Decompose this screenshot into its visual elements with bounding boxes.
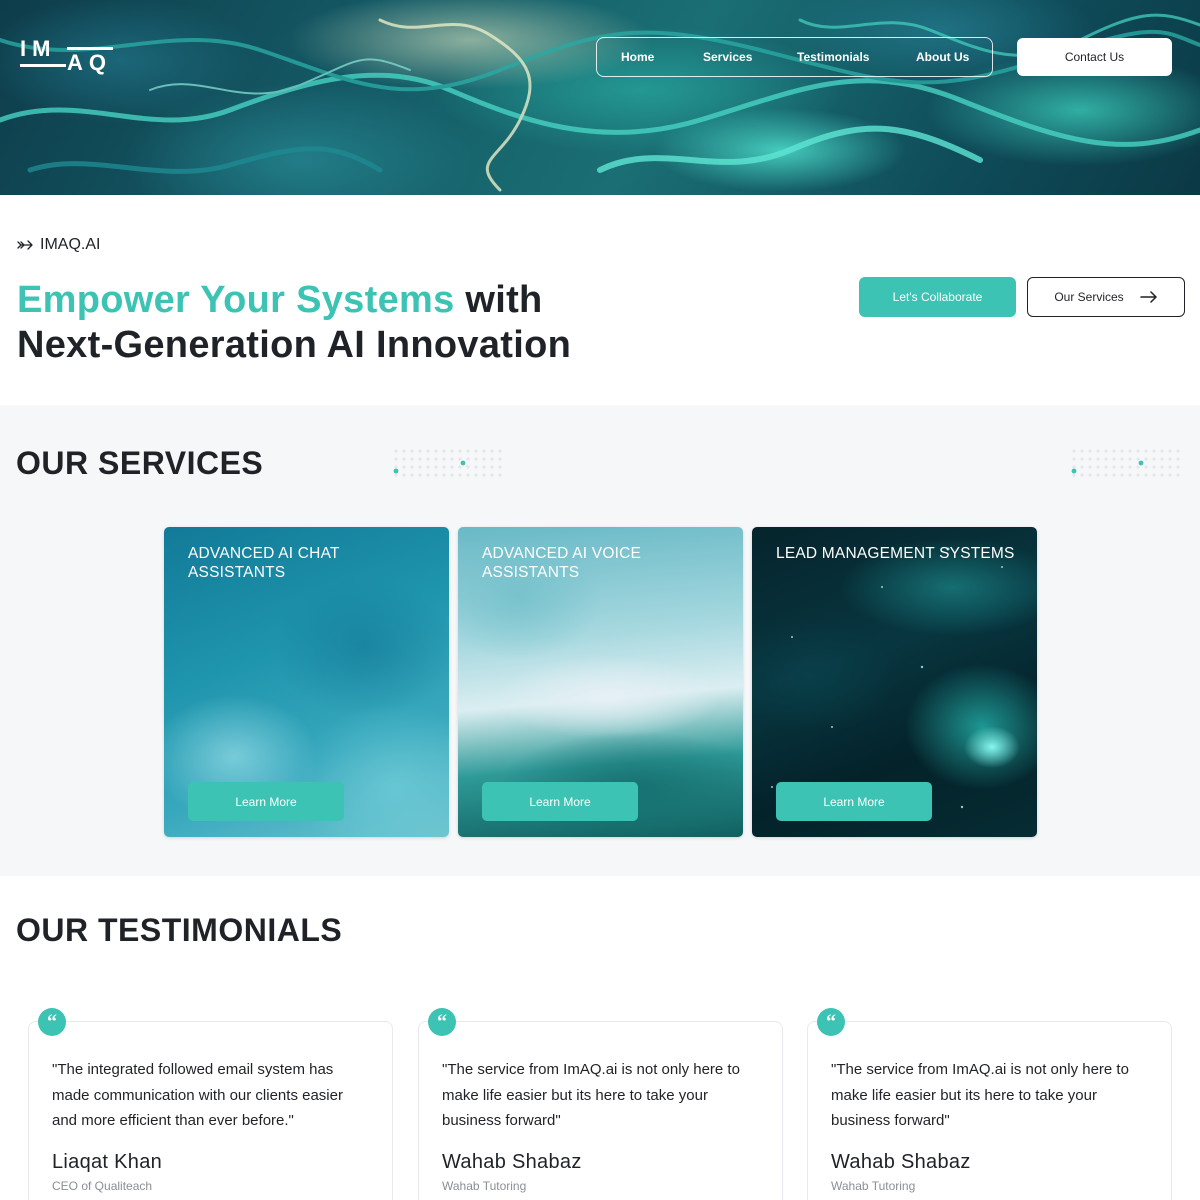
decorative-dots xyxy=(393,449,502,477)
imaq-logo[interactable]: IM AQ xyxy=(20,36,116,78)
our-services-label: Our Services xyxy=(1054,290,1124,304)
page-headline: Empower Your Systems with Next-Generatio… xyxy=(17,278,717,368)
nav-testimonials[interactable]: Testimonials xyxy=(797,50,869,64)
arrow-right-icon xyxy=(1139,291,1157,303)
service-card-title: ADVANCED AI CHAT ASSISTANTS xyxy=(188,545,340,581)
quote-icon: “ xyxy=(817,1008,845,1036)
service-card-lead[interactable]: LEAD MANAGEMENT SYSTEMS Learn More xyxy=(752,527,1037,837)
testimonial-role: Wahab Tutoring xyxy=(442,1179,527,1193)
quote-icon: “ xyxy=(428,1008,456,1036)
services-section: OUR SERVICES ADVANCED AI CHAT ASSISTANTS… xyxy=(0,405,1200,876)
quote-icon: “ xyxy=(38,1008,66,1036)
our-services-button[interactable]: Our Services xyxy=(1027,277,1185,317)
testimonial-card: “ "The service from ImAQ.ai is not only … xyxy=(418,1008,783,1200)
testimonial-card: “ "The service from ImAQ.ai is not only … xyxy=(807,1008,1172,1200)
banner-texture xyxy=(0,13,1200,192)
testimonial-quote: "The service from ImAQ.ai is not only he… xyxy=(831,1061,1129,1129)
testimonial-quote: "The service from ImAQ.ai is not only he… xyxy=(442,1061,740,1129)
headline-line-2: Next-Generation AI Innovation xyxy=(17,324,572,366)
nav-services[interactable]: Services xyxy=(703,50,752,64)
headline-accent: Empower Your Systems xyxy=(17,279,455,321)
testimonial-name: Wahab Shabaz xyxy=(831,1151,971,1173)
learn-more-button[interactable]: Learn More xyxy=(776,782,932,821)
testimonial-quote: "The integrated followed email system ha… xyxy=(52,1061,343,1129)
lets-collaborate-button[interactable]: Let's Collaborate xyxy=(859,277,1016,317)
testimonial-role: CEO of Qualiteach xyxy=(52,1179,153,1193)
breadcrumb: IMAQ.AI xyxy=(17,236,100,254)
logo-text-top: IM xyxy=(20,36,57,61)
service-card-voice[interactable]: ADVANCED AI VOICE ASSISTANTS Learn More xyxy=(458,527,743,837)
breadcrumb-label: IMAQ.AI xyxy=(40,236,101,253)
testimonial-name: Liaqat Khan xyxy=(52,1151,163,1173)
headline-with: with xyxy=(454,279,543,321)
hero-banner: IM AQ Home Services Testimonials About U… xyxy=(0,0,1200,195)
arrow-right-tail-icon xyxy=(17,240,33,250)
testimonial-card: “ "The integrated followed email system … xyxy=(28,1008,393,1200)
contact-us-button[interactable]: Contact Us xyxy=(1017,38,1172,76)
decorative-dots xyxy=(1071,449,1180,477)
nav-about-us[interactable]: About Us xyxy=(916,50,969,64)
service-card-title: ADVANCED AI VOICE ASSISTANTS xyxy=(482,545,642,581)
testimonials-title: OUR TESTIMONIALS xyxy=(16,912,343,948)
testimonial-name: Wahab Shabaz xyxy=(442,1151,582,1173)
learn-more-button[interactable]: Learn More xyxy=(188,782,344,821)
nav-home[interactable]: Home xyxy=(621,50,654,64)
logo-text-bottom: AQ xyxy=(67,50,112,75)
logo-bar xyxy=(20,64,66,67)
learn-more-button[interactable]: Learn More xyxy=(482,782,638,821)
main-nav: Home Services Testimonials About Us xyxy=(596,37,993,77)
service-card-chat[interactable]: ADVANCED AI CHAT ASSISTANTS Learn More xyxy=(164,527,449,837)
service-card-title: LEAD MANAGEMENT SYSTEMS xyxy=(776,545,1015,562)
testimonial-role: Wahab Tutoring xyxy=(831,1179,916,1193)
services-title: OUR SERVICES xyxy=(16,445,264,481)
